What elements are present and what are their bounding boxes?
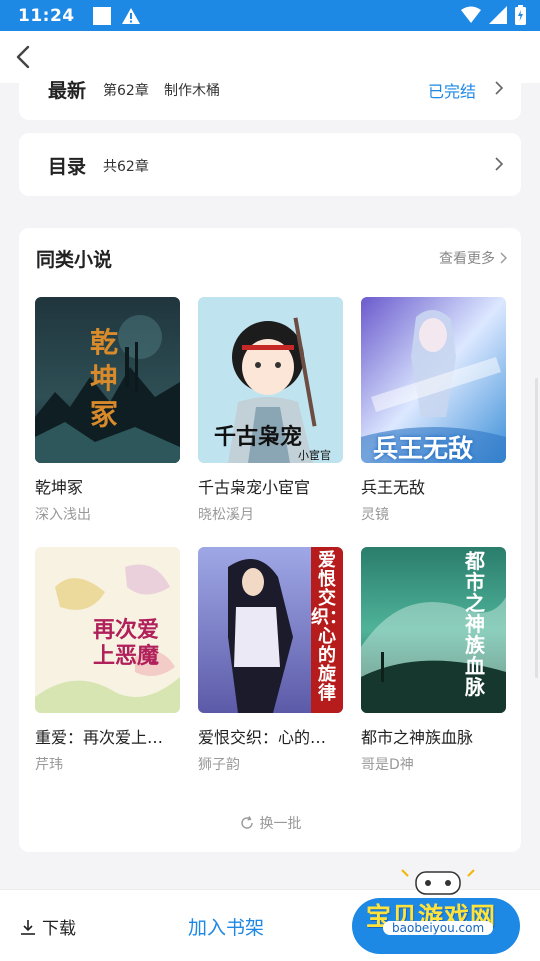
book-card[interactable]: 乾坤冢 乾坤冢 深入浅出	[35, 297, 180, 524]
book-title: 都市之神族血脉	[361, 728, 474, 747]
table-of-contents-row[interactable]: 目录 共62章	[19, 133, 521, 196]
book-author: 深入浅出	[35, 507, 91, 523]
book-cover: 乾坤冢	[35, 297, 180, 463]
toc-label: 目录	[48, 156, 87, 178]
download-button[interactable]: 下载	[20, 914, 76, 939]
cover-title-text: 乾坤冢	[90, 326, 119, 431]
scrollbar[interactable]	[535, 378, 538, 678]
cover-title-text: 兵王无敌	[373, 434, 474, 463]
book-author: 灵镜	[361, 507, 389, 523]
warning-icon	[121, 7, 140, 24]
latest-chapter-row[interactable]: 最新 第62章 制作木桶 已完结	[19, 68, 521, 120]
book-cover: 千古枭宠 小宦官	[198, 297, 343, 463]
status-time: 11:24	[18, 5, 75, 26]
status-bar: 11:24	[0, 0, 540, 31]
book-title: 千古枭宠小宦官	[198, 478, 311, 497]
chevron-right-icon	[500, 252, 507, 264]
book-card[interactable]: 再次爱上恶魔 重爱：再次爱上… 芹玮	[35, 547, 180, 774]
book-title: 重爱：再次爱上…	[35, 728, 164, 747]
download-icon	[21, 919, 35, 935]
book-title: 乾坤冢	[35, 478, 84, 497]
refresh-icon	[240, 816, 253, 829]
book-cover: 都市之神族血脉	[361, 547, 506, 713]
book-card[interactable]: 兵王无敌 兵王无敌 灵镜	[361, 297, 506, 524]
book-cover: 兵王无敌	[361, 297, 506, 463]
add-to-shelf-button[interactable]: 加入书架	[188, 913, 264, 940]
latest-chapter-title: 制作木桶	[164, 83, 220, 99]
refresh-label: 换一批	[259, 816, 302, 832]
book-cover: 爱恨交织：心的旋律	[198, 547, 343, 713]
cover-title-text: 再次爱上恶魔	[93, 617, 160, 669]
battery-icon	[515, 5, 526, 25]
latest-label: 最新	[48, 80, 87, 102]
chevron-right-icon	[495, 81, 504, 95]
book-card[interactable]: 爱恨交织：心的旋律 爱恨交织：心的… 狮子韵	[198, 547, 343, 774]
similar-novels-section: 同类小说 查看更多 乾坤冢 乾坤冢 深入浅出 千古枭宠 小宦官 千古枭宠小宦官 …	[19, 228, 521, 852]
book-card[interactable]: 千古枭宠 小宦官 千古枭宠小宦官 晓松溪月	[198, 297, 343, 524]
view-more-label: 查看更多	[439, 251, 495, 267]
section-title: 同类小说	[36, 249, 113, 271]
cover-title-text: 千古枭宠	[214, 424, 303, 450]
completion-status: 已完结	[428, 82, 477, 101]
book-author: 哥是D神	[361, 757, 414, 773]
cover-subtitle-text: 小宦官	[298, 449, 331, 462]
signal-icon	[489, 6, 507, 24]
view-more-link[interactable]: 查看更多	[439, 248, 507, 268]
book-cover: 再次爱上恶魔	[35, 547, 180, 713]
refresh-button[interactable]: 换一批	[19, 813, 521, 833]
chevron-right-icon	[495, 157, 504, 171]
book-author: 芹玮	[35, 757, 63, 773]
latest-chapter-number: 第62章	[103, 83, 149, 99]
cover-title-text: 爱恨交织：心的旋律	[311, 550, 343, 704]
cover-title-text: 都市之神族血脉	[465, 549, 485, 699]
book-author: 晓松溪月	[198, 507, 254, 523]
wifi-icon	[461, 6, 481, 23]
watermark-url: baobeiyou.com	[383, 921, 494, 935]
download-label: 下载	[42, 919, 76, 939]
book-title: 兵王无敌	[361, 478, 426, 497]
book-card[interactable]: 都市之神族血脉 都市之神族血脉 哥是D神	[361, 547, 506, 774]
book-author: 狮子韵	[198, 757, 240, 773]
chapter-count: 共62章	[103, 159, 149, 175]
book-title: 爱恨交织：心的…	[198, 728, 327, 747]
notification-icon	[92, 6, 111, 25]
